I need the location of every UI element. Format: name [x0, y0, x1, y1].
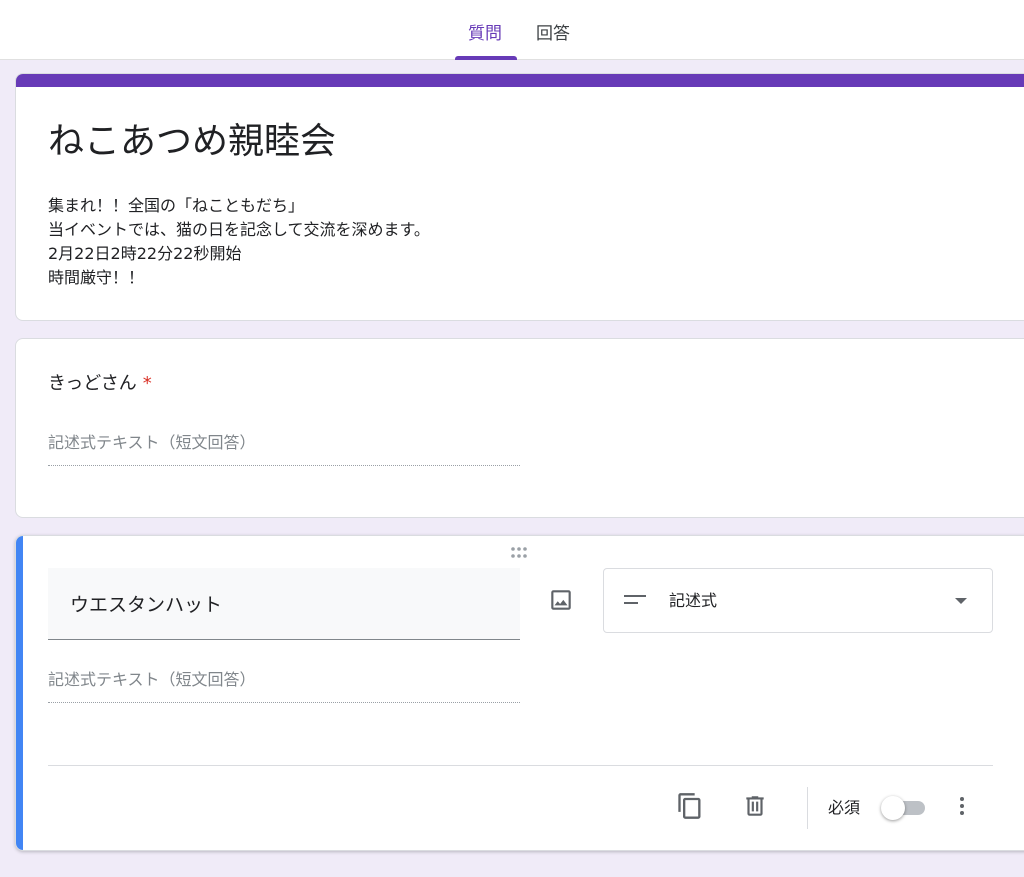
tab-questions[interactable]: 質問	[468, 22, 502, 46]
question-type-select[interactable]: 記述式	[603, 568, 993, 633]
form-description-line: 2月22日2時22分22秒開始	[48, 244, 242, 263]
form-title[interactable]: ねこあつめ親睦会	[48, 116, 336, 168]
tab-responses[interactable]: 回答	[536, 22, 570, 46]
short-answer-placeholder: 記述式テキスト（短文回答）	[48, 431, 520, 466]
drag-handle-icon[interactable]	[509, 546, 533, 560]
question-title-input[interactable]	[48, 568, 520, 640]
required-label: 必須	[828, 798, 861, 817]
question-card-1[interactable]: きっどさん * 記述式テキスト（短文回答）	[15, 338, 1024, 518]
form-description-line: 当イベントでは、猫の日を記念して交流を深めます。	[48, 220, 430, 239]
form-description-line: 時間厳守！！	[48, 268, 145, 287]
toggle-thumb	[881, 796, 905, 820]
dropdown-arrow-icon	[955, 598, 967, 604]
short-text-icon	[624, 595, 646, 604]
form-header-accent	[16, 74, 1024, 87]
question-card-2-editing[interactable]: 記述式 記述式テキスト（短文回答） 必須	[15, 535, 1024, 851]
short-answer-placeholder: 記述式テキスト（短文回答）	[48, 668, 520, 703]
required-toggle[interactable]	[881, 796, 931, 820]
active-tab-indicator	[455, 56, 517, 60]
trash-icon	[746, 796, 764, 816]
top-tab-bar: 質問 回答	[0, 0, 1024, 60]
question-type-label: 記述式	[669, 591, 718, 610]
form-header-card[interactable]: ねこあつめ親睦会 集まれ！！全国の「ねこともだち」 当イベントでは、猫の日を記念…	[15, 73, 1024, 321]
question-title: きっどさん *	[48, 371, 152, 397]
more-options-button[interactable]	[944, 788, 980, 824]
duplicate-question-button[interactable]	[672, 788, 708, 824]
required-asterisk: *	[142, 373, 152, 394]
form-description-line: 集まれ！！全国の「ねこともだち」	[48, 196, 305, 215]
image-icon	[551, 590, 571, 610]
copy-icon	[678, 793, 701, 819]
question-title-text: きっどさん	[48, 373, 137, 394]
footer-vertical-divider	[807, 787, 808, 829]
more-vert-icon	[960, 797, 964, 815]
active-question-accent	[16, 536, 23, 850]
delete-question-button[interactable]	[737, 788, 773, 824]
question-footer-divider	[48, 765, 993, 766]
add-image-button[interactable]	[543, 582, 579, 618]
form-description[interactable]: 集まれ！！全国の「ねこともだち」 当イベントでは、猫の日を記念して交流を深めます…	[48, 194, 430, 290]
